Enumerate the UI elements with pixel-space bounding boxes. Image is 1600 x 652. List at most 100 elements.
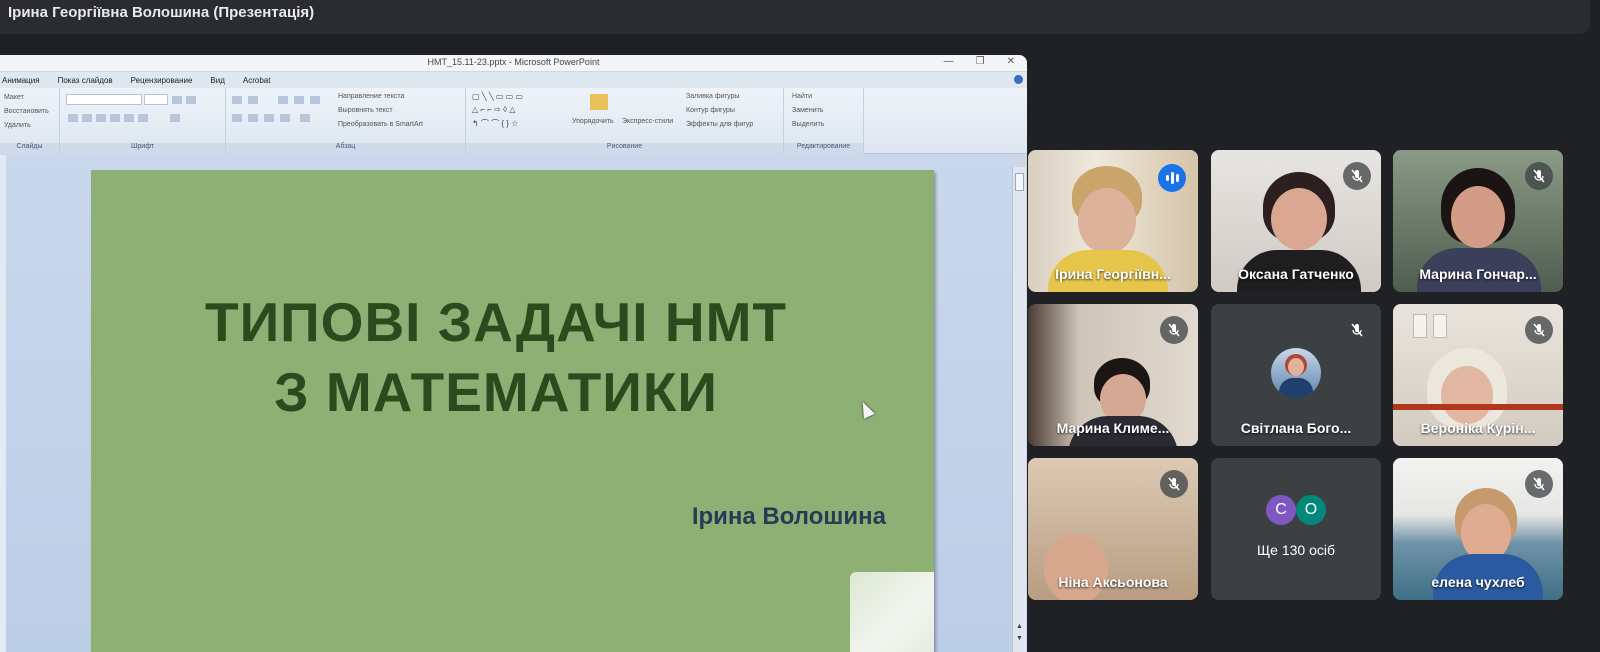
participant-name: Марина Гончар... bbox=[1419, 266, 1537, 282]
indent-increase-icon[interactable] bbox=[294, 96, 304, 104]
slide-panel-edge bbox=[0, 155, 6, 652]
align-left-icon[interactable] bbox=[232, 114, 242, 122]
font-size-box[interactable] bbox=[144, 94, 168, 105]
ppt-menubar: Анимация Показ слайдов Рецензирование Ви… bbox=[0, 72, 1027, 88]
others-tile[interactable]: С О Ще 130 осіб bbox=[1211, 458, 1381, 600]
wall-picture bbox=[1413, 314, 1427, 338]
participant-tile[interactable]: Марина Климе... bbox=[1028, 304, 1198, 446]
shared-screen[interactable]: НМТ_15.11-23.pptx - Microsoft PowerPoint… bbox=[0, 55, 1027, 652]
reset-button[interactable]: Восстановить bbox=[4, 108, 49, 115]
replace-button[interactable]: Заменить bbox=[792, 107, 823, 114]
grow-font-icon[interactable] bbox=[172, 96, 182, 104]
mic-off-icon bbox=[1525, 316, 1553, 344]
participant-tile[interactable]: елена чухлеб bbox=[1393, 458, 1563, 600]
bullets-icon[interactable] bbox=[232, 96, 242, 104]
participant-tile[interactable]: Ірина Георгіївн... bbox=[1028, 150, 1198, 292]
participant-name: Вероніка Курін... bbox=[1420, 420, 1536, 436]
ribbon-font-group: Шрифт bbox=[60, 88, 226, 154]
shapes-gallery-icon[interactable]: ▢ ╲ ╲ ▭ ▭ ▭ bbox=[472, 92, 523, 101]
other-avatar: О bbox=[1296, 495, 1326, 525]
prev-slide-icon[interactable]: ▲ bbox=[1015, 623, 1024, 632]
shrink-font-icon[interactable] bbox=[186, 96, 196, 104]
mic-off-icon bbox=[1160, 316, 1188, 344]
align-text-button[interactable]: Выровнять текст bbox=[338, 107, 393, 114]
participant-face bbox=[1441, 366, 1493, 424]
smartart-button[interactable]: Преобразовать в SmartArt bbox=[338, 121, 423, 128]
participant-face bbox=[1078, 188, 1136, 254]
underline-icon[interactable] bbox=[96, 114, 106, 122]
menu-review[interactable]: Рецензирование bbox=[131, 76, 193, 85]
speaking-indicator-icon bbox=[1158, 164, 1186, 192]
ppt-ribbon: Макет Восстановить Удалить Слайды Шрифт bbox=[0, 88, 1027, 154]
close-icon[interactable]: ✕ bbox=[1007, 56, 1015, 67]
italic-icon[interactable] bbox=[82, 114, 92, 122]
align-center-icon[interactable] bbox=[248, 114, 258, 122]
shape-fill-button[interactable]: Заливка фигуры bbox=[686, 93, 739, 100]
participant-tile[interactable]: Ніна Аксьонова bbox=[1028, 458, 1198, 600]
participant-tile[interactable]: Марина Гончар... bbox=[1393, 150, 1563, 292]
participant-name: Ніна Аксьонова bbox=[1058, 574, 1168, 590]
spacing-icon[interactable] bbox=[138, 114, 148, 122]
minimize-icon[interactable]: — bbox=[944, 56, 954, 67]
table-edge bbox=[1393, 404, 1563, 410]
participant-name: Оксана Гатченко bbox=[1238, 266, 1354, 282]
ribbon-drawing-group: ▢ ╲ ╲ ▭ ▭ ▭ △ ⌐ ⌐ ⇨ ◊ △ ↰ ⌒ ⌒ { } ☆ Упор… bbox=[466, 88, 784, 154]
participant-name: Ірина Георгіївн... bbox=[1055, 266, 1171, 282]
strike-icon[interactable] bbox=[110, 114, 120, 122]
shape-effects-button[interactable]: Эффекты для фигур bbox=[686, 121, 753, 128]
font-group-label: Шрифт bbox=[60, 143, 225, 154]
help-icon[interactable] bbox=[1014, 75, 1023, 84]
menu-view[interactable]: Вид bbox=[210, 76, 224, 85]
participant-name: Марина Климе... bbox=[1056, 420, 1170, 436]
shapes-gallery-row2-icon[interactable]: △ ⌐ ⌐ ⇨ ◊ △ bbox=[472, 105, 515, 114]
slide-corner-decoration bbox=[850, 572, 934, 652]
line-spacing-icon[interactable] bbox=[310, 96, 320, 104]
mic-off-icon bbox=[1343, 162, 1371, 190]
bold-icon[interactable] bbox=[68, 114, 78, 122]
participant-tile[interactable]: Світлана Бого... bbox=[1211, 304, 1381, 446]
scrollbar-thumb[interactable] bbox=[1015, 173, 1024, 191]
arrange-button[interactable]: Упорядочить bbox=[572, 118, 614, 125]
mic-off-icon bbox=[1525, 162, 1553, 190]
menu-slideshow[interactable]: Показ слайдов bbox=[58, 76, 113, 85]
participant-face bbox=[1271, 188, 1327, 250]
wall-picture bbox=[1433, 314, 1447, 338]
indent-decrease-icon[interactable] bbox=[278, 96, 288, 104]
presentation-header: Ірина Георгіївна Волошина (Презентація) bbox=[0, 0, 1590, 34]
participant-tile[interactable]: Оксана Гатченко bbox=[1211, 150, 1381, 292]
slide-title-line2: З МАТЕМАТИКИ bbox=[274, 361, 718, 423]
restore-icon[interactable]: ❐ bbox=[976, 56, 985, 67]
participant-name: елена чухлеб bbox=[1431, 574, 1525, 590]
font-name-box[interactable] bbox=[66, 94, 142, 105]
font-color-icon[interactable] bbox=[170, 114, 180, 122]
menu-acrobat[interactable]: Acrobat bbox=[243, 76, 271, 85]
participant-tile[interactable]: Вероніка Курін... bbox=[1393, 304, 1563, 446]
align-right-icon[interactable] bbox=[264, 114, 274, 122]
current-slide[interactable]: ТИПОВІ ЗАДАЧІ НМТ З МАТЕМАТИКИ Ірина Вол… bbox=[91, 170, 934, 652]
layout-button[interactable]: Макет bbox=[4, 94, 24, 101]
text-direction-button[interactable]: Направление текста bbox=[338, 93, 404, 100]
justify-icon[interactable] bbox=[280, 114, 290, 122]
arrange-icon[interactable] bbox=[590, 94, 608, 110]
quick-styles-button[interactable]: Экспресс-стили bbox=[622, 118, 673, 125]
numbering-icon[interactable] bbox=[248, 96, 258, 104]
mic-off-icon bbox=[1343, 316, 1371, 344]
others-count: Ще 130 осіб bbox=[1257, 542, 1335, 558]
shapes-gallery-row3-icon[interactable]: ↰ ⌒ ⌒ { } ☆ bbox=[472, 118, 518, 129]
meet-window: Ірина Георгіївна Волошина (Презентація) … bbox=[0, 0, 1600, 652]
slides-group-label: Слайды bbox=[0, 143, 59, 154]
mic-off-icon bbox=[1160, 470, 1188, 498]
ribbon-slides-group: Макет Восстановить Удалить Слайды bbox=[0, 88, 60, 154]
next-slide-icon[interactable]: ▼ bbox=[1015, 635, 1024, 644]
columns-icon[interactable] bbox=[300, 114, 310, 122]
vertical-scrollbar[interactable]: ▲ ▼ bbox=[1012, 167, 1026, 652]
find-button[interactable]: Найти bbox=[792, 93, 812, 100]
delete-button[interactable]: Удалить bbox=[4, 122, 31, 129]
shadow-icon[interactable] bbox=[124, 114, 134, 122]
select-button[interactable]: Выделить bbox=[792, 121, 824, 128]
participant-name: Світлана Бого... bbox=[1240, 420, 1352, 436]
menu-animation[interactable]: Анимация bbox=[2, 76, 40, 85]
ribbon-editing-group: Найти Заменить Выделить Редактирование bbox=[784, 88, 864, 154]
shape-outline-button[interactable]: Контур фигуры bbox=[686, 107, 735, 114]
presenter-title: Ірина Георгіївна Волошина (Презентація) bbox=[8, 4, 315, 21]
